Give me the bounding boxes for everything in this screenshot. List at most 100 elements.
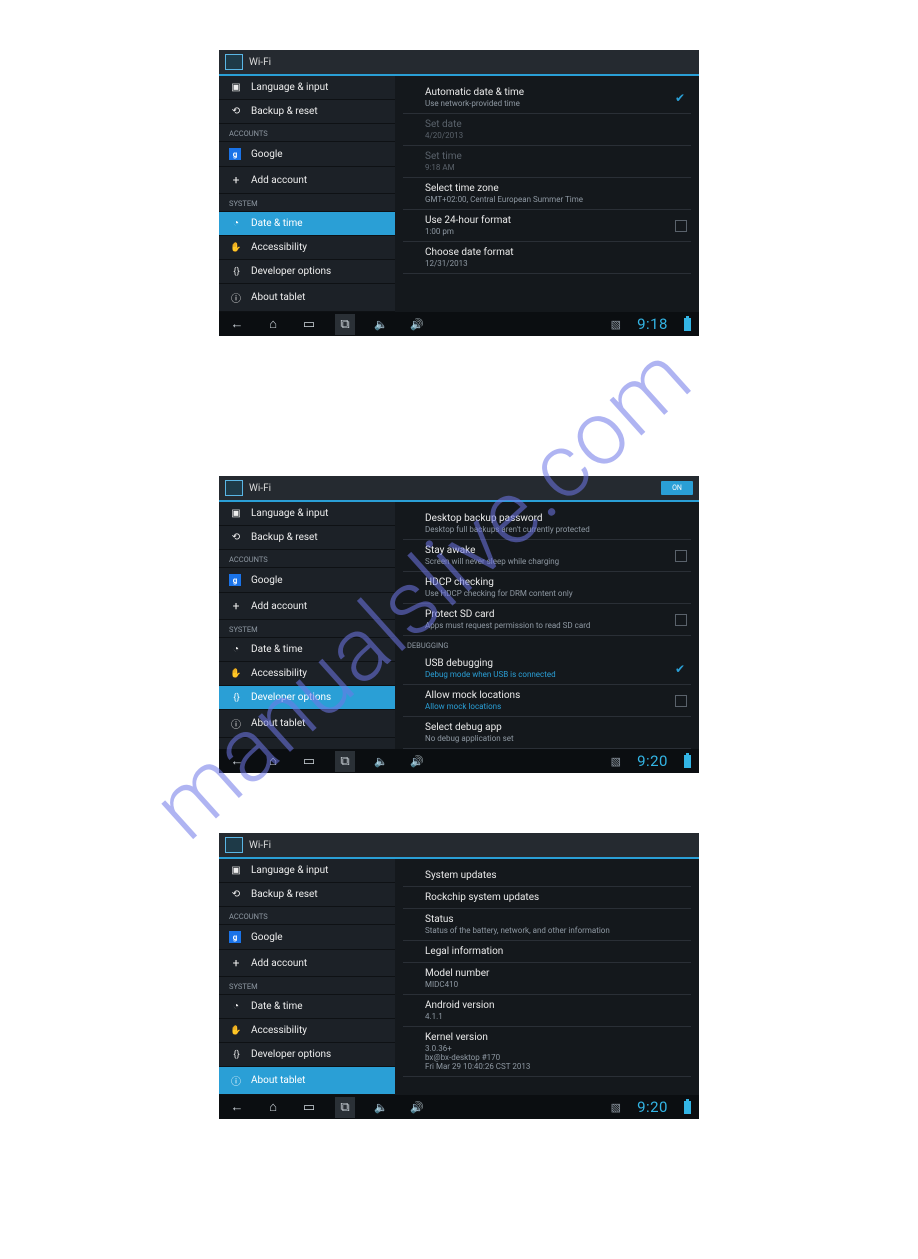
- keyboard-icon: [229, 508, 243, 519]
- sidebar-item-date-time[interactable]: Date & time: [219, 995, 395, 1019]
- sidebar-item-language-input[interactable]: Language & input: [219, 859, 395, 883]
- hand-icon: [229, 243, 243, 253]
- home-icon[interactable]: [263, 1099, 283, 1115]
- sidebar-item-developer-options[interactable]: Developer options: [219, 260, 395, 284]
- sidebar-item-accessibility[interactable]: Accessibility: [219, 236, 395, 260]
- sidebar-item-add-account[interactable]: Add account: [219, 593, 395, 620]
- sidebar-item-backup-reset[interactable]: Backup & reset: [219, 883, 395, 907]
- battery-icon: [684, 318, 691, 331]
- pref-stay-awake[interactable]: Stay awake Screen will never sleep while…: [403, 540, 691, 572]
- sidebar-item-accessibility[interactable]: Accessibility: [219, 1019, 395, 1043]
- pref-rockchip-updates[interactable]: Rockchip system updates: [403, 887, 691, 909]
- pref-auto-date-time[interactable]: Automatic date & time Use network-provid…: [403, 82, 691, 114]
- pref-mock-locations[interactable]: Allow mock locations Allow mock location…: [403, 685, 691, 717]
- pref-usb-debugging[interactable]: USB debugging Debug mode when USB is con…: [403, 653, 691, 685]
- status-clock[interactable]: 9:18: [637, 315, 668, 333]
- checkbox-checked-icon[interactable]: ✔: [675, 663, 687, 675]
- pref-title: Protect SD card: [425, 609, 677, 620]
- pref-status[interactable]: Status Status of the battery, network, a…: [403, 909, 691, 941]
- master-toggle-on[interactable]: ON: [661, 481, 693, 495]
- pref-android-version[interactable]: Android version 4.1.1: [403, 995, 691, 1027]
- pref-subtitle: Use HDCP checking for DRM content only: [425, 589, 677, 598]
- recents-icon[interactable]: [299, 317, 319, 332]
- sidebar-item-accessibility[interactable]: Accessibility: [219, 662, 395, 686]
- sidebar-item-date-time[interactable]: Date & time: [219, 638, 395, 662]
- pref-subtitle: Debug mode when USB is connected: [425, 670, 677, 679]
- checkbox-unchecked-icon[interactable]: [675, 550, 687, 562]
- screenshot-icon[interactable]: [335, 1097, 355, 1118]
- sidebar-item-language-input[interactable]: Language & input: [219, 76, 395, 100]
- back-icon[interactable]: [227, 1099, 247, 1115]
- action-bar: Wi-Fi: [219, 833, 699, 859]
- checkbox-unchecked-icon[interactable]: [675, 695, 687, 707]
- checkbox-unchecked-icon[interactable]: [675, 614, 687, 626]
- sidebar-item-label: Accessibility: [251, 1025, 307, 1036]
- sidebar-item-google[interactable]: gGoogle: [219, 925, 395, 950]
- sidebar-item-add-account[interactable]: Add account: [219, 950, 395, 977]
- volume-down-icon[interactable]: [371, 1101, 391, 1114]
- battery-icon: [684, 755, 691, 768]
- volume-up-icon[interactable]: [407, 755, 427, 768]
- pref-model-number: Model number MIDC410: [403, 963, 691, 995]
- status-clock[interactable]: 9:20: [637, 752, 668, 770]
- sidebar-item-about-tablet[interactable]: About tablet: [219, 284, 395, 312]
- checkbox-unchecked-icon[interactable]: [675, 220, 687, 232]
- sidebar-item-google[interactable]: gGoogle: [219, 568, 395, 593]
- pref-date-format[interactable]: Choose date format 12/31/2013: [403, 242, 691, 274]
- pref-protect-sd[interactable]: Protect SD card Apps must request permis…: [403, 604, 691, 636]
- notification-icon[interactable]: [611, 1101, 621, 1114]
- sidebar-item-backup-reset[interactable]: Backup & reset: [219, 526, 395, 550]
- pref-time-zone[interactable]: Select time zone GMT+02:00, Central Euro…: [403, 178, 691, 210]
- sidebar-item-label: Language & input: [251, 82, 328, 93]
- sidebar-item-label: Google: [251, 932, 283, 943]
- pref-title: Select debug app: [425, 722, 677, 733]
- pref-title: Rockchip system updates: [425, 892, 677, 903]
- pref-subtitle: 12/31/2013: [425, 259, 677, 268]
- pref-legal-info[interactable]: Legal information: [403, 941, 691, 963]
- back-icon[interactable]: [227, 316, 247, 332]
- back-icon[interactable]: [227, 753, 247, 769]
- plus-icon: [229, 956, 243, 970]
- sidebar-item-date-time[interactable]: Date & time: [219, 212, 395, 236]
- recents-icon[interactable]: [299, 754, 319, 769]
- pref-title: Legal information: [425, 946, 677, 957]
- sidebar-item-developer-options[interactable]: Developer options: [219, 1043, 395, 1067]
- pref-backup-password[interactable]: Desktop backup password Desktop full bac…: [403, 508, 691, 540]
- pref-24-hour[interactable]: Use 24-hour format 1:00 pm: [403, 210, 691, 242]
- refresh-icon: [229, 889, 243, 900]
- plus-icon: [229, 173, 243, 187]
- screenshot-icon[interactable]: [335, 314, 355, 335]
- home-icon[interactable]: [263, 316, 283, 332]
- sidebar-item-language-input[interactable]: Language & input: [219, 502, 395, 526]
- pref-subtitle: Allow mock locations: [425, 702, 677, 711]
- braces-icon: [229, 693, 243, 703]
- status-clock[interactable]: 9:20: [637, 1098, 668, 1116]
- volume-up-icon[interactable]: [407, 318, 427, 331]
- hand-icon: [229, 1026, 243, 1036]
- sidebar-item-label: Date & time: [251, 218, 303, 229]
- pref-select-debug-app[interactable]: Select debug app No debug application se…: [403, 717, 691, 749]
- volume-down-icon[interactable]: [371, 755, 391, 768]
- checkbox-checked-icon[interactable]: ✔: [675, 92, 687, 104]
- pref-subtitle: Apps must request permission to read SD …: [425, 621, 677, 630]
- pref-system-updates[interactable]: System updates: [403, 865, 691, 887]
- sidebar-item-add-account[interactable]: Add account: [219, 167, 395, 194]
- screenshot-icon[interactable]: [335, 751, 355, 772]
- notification-icon[interactable]: [611, 318, 621, 331]
- sidebar-item-developer-options[interactable]: Developer options: [219, 686, 395, 710]
- sidebar-item-label: Add account: [251, 958, 307, 969]
- home-icon[interactable]: [263, 753, 283, 769]
- notification-icon[interactable]: [611, 755, 621, 768]
- sidebar-item-google[interactable]: gGoogle: [219, 142, 395, 167]
- action-bar: Wi-Fi ON: [219, 476, 699, 502]
- sidebar-item-about-tablet[interactable]: About tablet: [219, 1067, 395, 1095]
- volume-down-icon[interactable]: [371, 318, 391, 331]
- tablet-screenshot-developer-options: Wi-Fi ON Language & input Backup & reset…: [219, 476, 699, 773]
- sidebar-item-about-tablet[interactable]: About tablet: [219, 710, 395, 738]
- pref-hdcp[interactable]: HDCP checking Use HDCP checking for DRM …: [403, 572, 691, 604]
- volume-up-icon[interactable]: [407, 1101, 427, 1114]
- sidebar-item-backup-reset[interactable]: Backup & reset: [219, 100, 395, 124]
- recents-icon[interactable]: [299, 1100, 319, 1115]
- sidebar-item-label: Add account: [251, 601, 307, 612]
- sidebar-item-label: Language & input: [251, 865, 328, 876]
